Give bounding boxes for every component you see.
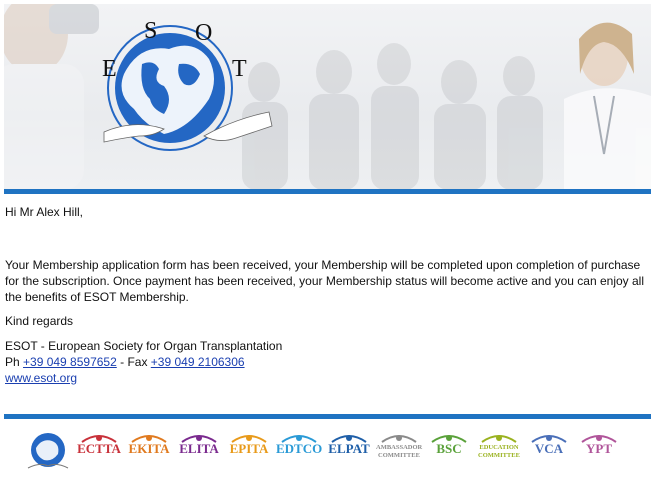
logo-label: AMBASSADOR COMMITTEE — [376, 444, 423, 459]
contact-line: Ph +39 049 8597652 - Fax +39 049 2106306 — [5, 354, 282, 370]
website-link[interactable]: www.esot.org — [5, 371, 77, 385]
logo-label: EKITA — [128, 441, 170, 456]
logo-ambassador-committee[interactable]: AMBASSADOR COMMITTEE — [376, 428, 422, 476]
logo-label: YPT — [586, 441, 612, 456]
message-paragraph: Your Membership application form has bee… — [5, 258, 644, 304]
logo-label: ECTTA — [77, 441, 121, 456]
phone-link[interactable]: +39 049 8597652 — [23, 355, 117, 369]
logo-ypt[interactable]: YPT — [576, 428, 622, 476]
logo-elpat[interactable]: ELPAT — [326, 428, 372, 476]
logo-label: EDUCATION COMMITTEE — [478, 444, 520, 459]
fax-prefix: - Fax — [116, 355, 151, 369]
logo-education-committee[interactable]: EDUCATION COMMITTEE — [476, 428, 522, 476]
greeting-text: Hi Mr Alex Hill, — [5, 205, 84, 219]
logo-label: ELPAT — [328, 441, 370, 456]
logo-letter-s: S — [144, 18, 158, 44]
logo-ectta[interactable]: ECTTA — [76, 428, 122, 476]
logo-label: BSC — [436, 441, 462, 456]
logo-letter-t: T — [232, 56, 247, 82]
logo-ekita[interactable]: EKITA — [126, 428, 172, 476]
logo-label: EDTCO — [276, 441, 323, 456]
phone-prefix: Ph — [5, 355, 24, 369]
logo-edtco[interactable]: EDTCO — [276, 428, 322, 476]
logo-letter-e: E — [102, 56, 117, 82]
footer-divider — [4, 414, 651, 419]
header-banner: E S O T — [4, 4, 651, 190]
logo-epita[interactable]: EPITA — [226, 428, 272, 476]
logo-vca[interactable]: VCA — [526, 428, 572, 476]
header-divider — [4, 189, 651, 194]
org-name: ESOT - European Society for Organ Transp… — [5, 339, 283, 353]
closing-text: Kind regards — [5, 314, 74, 328]
logo-label: ELITA — [179, 441, 219, 456]
esot-small-logo[interactable] — [26, 428, 70, 476]
logo-letter-o: O — [195, 20, 213, 46]
logo-label: VCA — [534, 441, 564, 456]
fax-link[interactable]: +39 049 2106306 — [151, 355, 245, 369]
signature-block: ESOT - European Society for Organ Transp… — [5, 338, 282, 386]
globe-icon — [27, 433, 69, 469]
esot-logo — [103, 25, 273, 151]
logo-label: EPITA — [229, 441, 269, 456]
section-logos-row: ECTTA EKITA ELITA EPITA EDTCO ELPAT AMBASSADOR… — [26, 428, 626, 476]
logo-bsc[interactable]: BSC — [426, 428, 472, 476]
logo-elita[interactable]: ELITA — [176, 428, 222, 476]
header-photo-collage — [4, 4, 651, 190]
